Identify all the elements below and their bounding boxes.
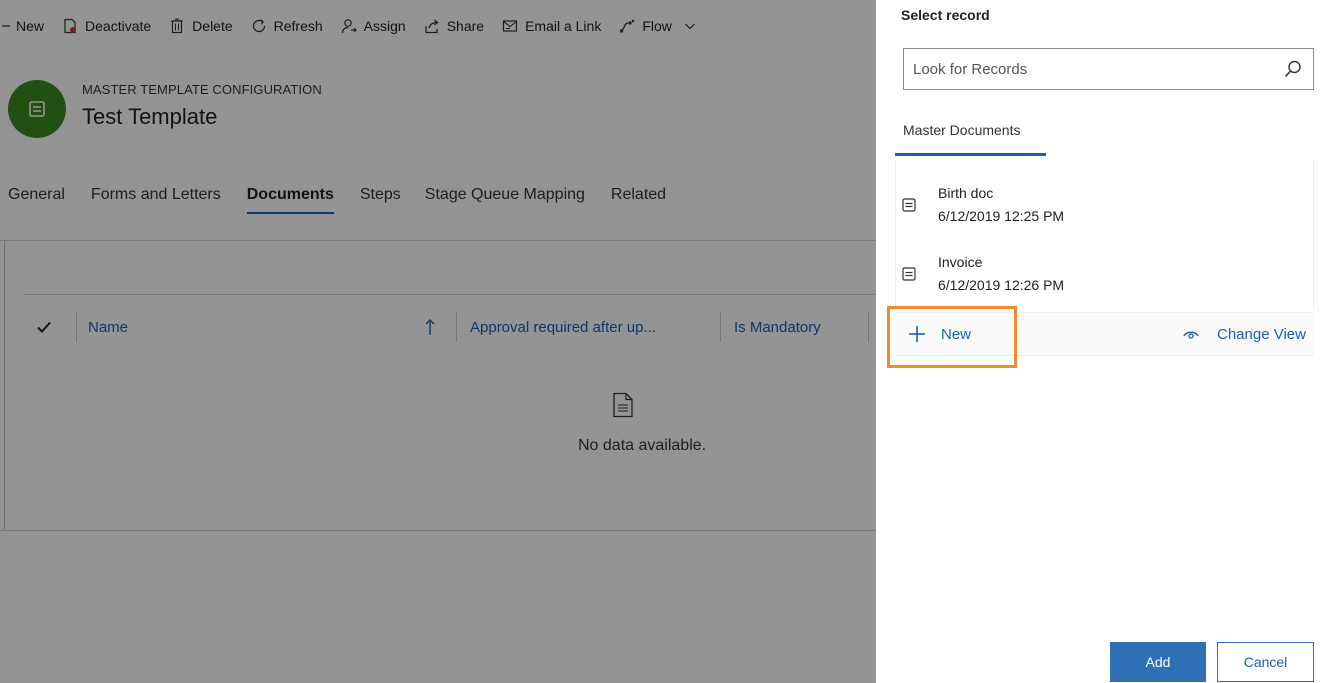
record-name: Birth doc — [938, 185, 994, 201]
plus-icon — [2, 18, 10, 34]
tab-forms-and-letters[interactable]: Forms and Letters — [91, 178, 221, 218]
new-label: New — [16, 18, 45, 34]
section-border — [4, 241, 5, 531]
add-button[interactable]: Add — [1110, 642, 1206, 682]
tab-stage-queue-mapping[interactable]: Stage Queue Mapping — [425, 178, 585, 218]
record-entity-icon — [29, 101, 45, 117]
deactivate-button[interactable]: Deactivate — [53, 0, 160, 52]
column-header-approval-required[interactable]: Approval required after up... — [470, 312, 656, 342]
tab-master-documents[interactable]: Master Documents — [903, 122, 1020, 138]
list-item[interactable]: Invoice 6/12/2019 12:26 PM — [896, 237, 1315, 303]
record-date: 6/12/2019 12:25 PM — [938, 208, 1065, 224]
deactivate-label: Deactivate — [85, 18, 152, 34]
share-button[interactable]: Share — [415, 0, 493, 52]
delete-button[interactable]: Delete — [160, 0, 241, 52]
column-separator — [720, 312, 721, 342]
eye-icon — [1183, 331, 1199, 339]
refresh-button[interactable]: Refresh — [242, 0, 332, 52]
flow-label: Flow — [642, 18, 672, 34]
tabs-divider — [0, 240, 876, 241]
refresh-label: Refresh — [273, 18, 323, 34]
entity-type-label: MASTER TEMPLATE CONFIGURATION — [82, 82, 322, 97]
select-all-checkbox[interactable] — [36, 312, 76, 342]
record-entity-icon — [902, 198, 916, 212]
checkmark-icon — [37, 321, 51, 333]
column-separator — [456, 312, 457, 342]
sort-ascending-icon[interactable] — [424, 312, 436, 342]
column-header-name[interactable]: Name — [88, 312, 128, 342]
trash-icon — [169, 18, 185, 34]
form-tabs: General Forms and Letters Documents Step… — [0, 178, 692, 218]
tab-steps[interactable]: Steps — [360, 178, 401, 218]
email-link-button[interactable]: Email a Link — [493, 0, 610, 52]
tab-related[interactable]: Related — [611, 178, 666, 218]
new-button[interactable]: New — [0, 0, 53, 52]
active-tab-indicator — [895, 153, 1046, 156]
record-list: Birth doc 6/12/2019 12:25 PM Invoice 6/1… — [895, 160, 1314, 310]
record-title: Test Template — [82, 104, 218, 129]
refresh-icon — [251, 18, 267, 34]
email-link-label: Email a Link — [525, 18, 602, 34]
delete-label: Delete — [192, 18, 233, 34]
command-bar: New Deactivate Delete Refresh Assign Sha… — [0, 0, 876, 52]
email-icon — [502, 18, 518, 34]
search-input[interactable]: Look for Records — [903, 48, 1314, 90]
highlight-box — [887, 306, 1017, 368]
share-label: Share — [446, 18, 485, 34]
lookup-panel: Select record Look for Records Master Do… — [876, 0, 1329, 683]
empty-document-icon — [613, 392, 633, 418]
list-item[interactable]: Birth doc 6/12/2019 12:25 PM — [896, 168, 1315, 234]
entity-avatar — [8, 80, 66, 138]
empty-grid-message: No data available. — [578, 437, 707, 454]
cancel-button[interactable]: Cancel — [1217, 642, 1314, 682]
person-icon — [341, 18, 357, 34]
deactivate-icon — [62, 18, 78, 34]
search-icon[interactable] — [1283, 59, 1303, 79]
record-name: Invoice — [938, 254, 983, 270]
grid-header: Name Approval required after up... Is Ma… — [24, 294, 876, 358]
change-view-button[interactable]: Change View — [1183, 313, 1306, 355]
change-view-label: Change View — [1217, 325, 1306, 343]
flow-button[interactable]: Flow — [610, 0, 705, 52]
column-separator — [76, 312, 77, 342]
section-divider — [0, 530, 876, 531]
record-entity-icon — [902, 267, 916, 281]
record-date: 6/12/2019 12:26 PM — [938, 277, 1065, 293]
documents-grid: Name Approval required after up... Is Ma… — [24, 294, 876, 514]
chevron-down-icon[interactable] — [684, 20, 696, 32]
flow-icon — [619, 18, 635, 34]
assign-label: Assign — [363, 18, 406, 34]
tab-documents[interactable]: Documents — [246, 178, 335, 218]
column-header-is-mandatory[interactable]: Is Mandatory — [734, 312, 821, 342]
column-separator — [868, 312, 869, 342]
panel-title: Select record — [901, 7, 990, 23]
search-placeholder: Look for Records — [913, 60, 1028, 78]
share-icon — [424, 18, 440, 34]
assign-button[interactable]: Assign — [332, 0, 415, 52]
main-form: New Deactivate Delete Refresh Assign Sha… — [0, 0, 876, 683]
tab-general[interactable]: General — [8, 178, 65, 218]
